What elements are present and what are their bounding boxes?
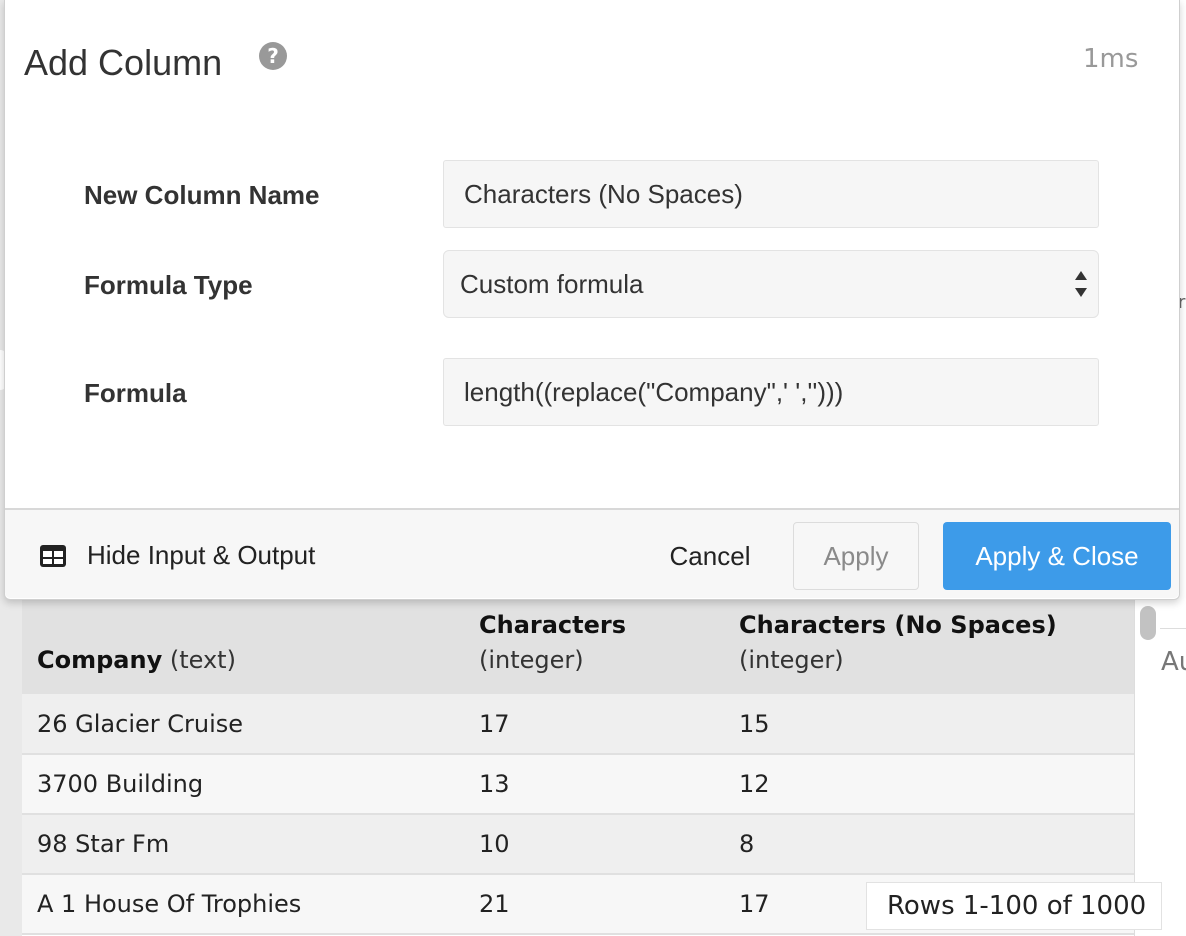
- modal-title: Add Column: [24, 42, 223, 83]
- table-row[interactable]: 26 Glacier Cruise 17 15: [22, 694, 1134, 755]
- column-type: (integer): [739, 646, 844, 675]
- column-name: Company: [37, 646, 163, 675]
- table-cell: 12: [724, 754, 1134, 815]
- formula-type-value: Custom formula: [460, 269, 644, 299]
- column-name-input[interactable]: Characters (No Spaces): [443, 160, 1099, 228]
- column-name: Characters: [479, 611, 627, 640]
- table-cell: 26 Glacier Cruise: [22, 694, 464, 755]
- row-count-label: Rows 1-100 of 1000: [866, 882, 1162, 930]
- table-row[interactable]: 3700 Building 13 12: [22, 754, 1134, 815]
- cancel-button[interactable]: Cancel: [645, 522, 775, 590]
- column-header-company[interactable]: Company (text): [22, 598, 464, 694]
- help-icon[interactable]: ?: [259, 42, 287, 70]
- column-header-characters-no-spaces[interactable]: Characters (No Spaces) (integer): [724, 598, 1134, 694]
- add-column-modal: Add Column ? 1ms New Column Name Charact…: [4, 0, 1180, 600]
- table-cell: 17: [464, 694, 724, 755]
- table-header-row: Company (text) Characters (integer) Chara…: [22, 598, 1134, 694]
- table-cell: 21: [464, 874, 724, 935]
- timing-label: 1ms: [1083, 44, 1139, 74]
- formula-type-label: Formula Type: [84, 270, 253, 300]
- table-cell: 3700 Building: [22, 754, 464, 815]
- background-right-tab[interactable]: Au: [1158, 628, 1186, 698]
- modal-footer: Hide Input & Output Cancel Apply Apply &…: [5, 508, 1179, 598]
- hide-input-output-label: Hide Input & Output: [87, 540, 316, 570]
- column-name-label: New Column Name: [84, 180, 320, 210]
- table-cell: A 1 House Of Trophies: [22, 874, 464, 935]
- table-cell: 98 Star Fm: [22, 814, 464, 875]
- table-cell: 13: [464, 754, 724, 815]
- formula-label: Formula: [84, 378, 187, 408]
- apply-close-button[interactable]: Apply & Close: [943, 522, 1171, 590]
- table-grid-icon: [40, 544, 66, 567]
- formula-input[interactable]: length((replace("Company",' ',''))): [443, 358, 1099, 426]
- column-type: (integer): [479, 646, 584, 675]
- table-cell: 15: [724, 694, 1134, 755]
- column-type: (text): [169, 646, 236, 675]
- formula-type-select[interactable]: Custom formula: [443, 250, 1099, 318]
- table-scrollbar-thumb[interactable]: [1140, 606, 1156, 640]
- select-arrows-icon: [1075, 271, 1087, 297]
- column-header-characters[interactable]: Characters (integer): [464, 598, 724, 694]
- hide-input-output-toggle[interactable]: Hide Input & Output: [39, 540, 315, 571]
- apply-button[interactable]: Apply: [793, 522, 919, 590]
- table-row[interactable]: 98 Star Fm 10 8: [22, 814, 1134, 875]
- table-cell: 10: [464, 814, 724, 875]
- table-cell: 8: [724, 814, 1134, 875]
- column-name: Characters (No Spaces): [739, 611, 1057, 640]
